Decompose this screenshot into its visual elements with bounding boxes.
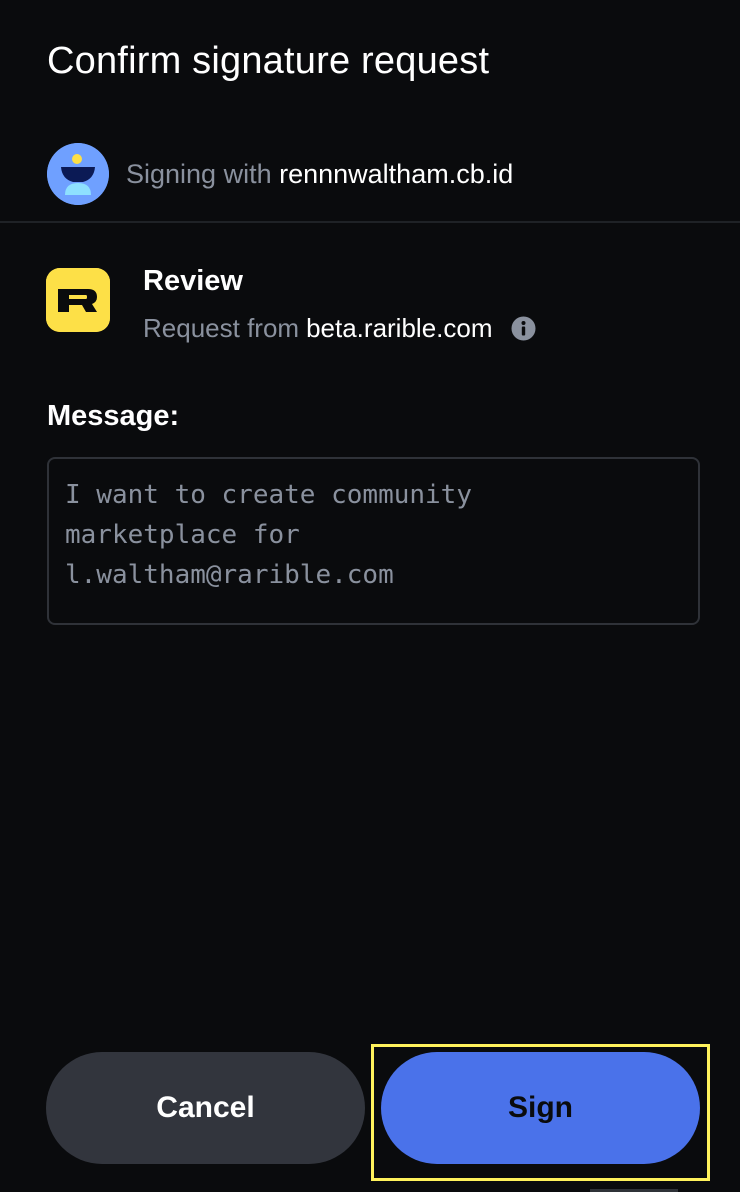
message-label: Message: bbox=[47, 400, 180, 432]
message-text: I want to create community marketplace f… bbox=[65, 480, 472, 590]
signer-prefix: Signing with bbox=[126, 158, 272, 189]
signer-text: Signing with rennnwaltham.cb.id bbox=[126, 159, 513, 190]
dialog-title: Confirm signature request bbox=[47, 40, 490, 82]
message-box: I want to create community marketplace f… bbox=[47, 457, 700, 625]
user-avatar-icon bbox=[47, 143, 109, 205]
review-title: Review bbox=[143, 265, 243, 297]
request-origin-row: Request from beta.rarible.com bbox=[143, 312, 536, 344]
cancel-button[interactable]: Cancel bbox=[46, 1052, 365, 1164]
signer-name: rennnwaltham.cb.id bbox=[279, 158, 514, 189]
request-prefix: Request from bbox=[143, 313, 300, 343]
info-icon[interactable] bbox=[511, 316, 536, 341]
divider bbox=[0, 221, 740, 223]
signer-row: Signing with rennnwaltham.cb.id bbox=[47, 143, 513, 205]
request-domain: beta.rarible.com bbox=[306, 313, 493, 343]
rarible-logo-icon bbox=[46, 268, 110, 332]
sign-button[interactable]: Sign bbox=[381, 1052, 700, 1164]
